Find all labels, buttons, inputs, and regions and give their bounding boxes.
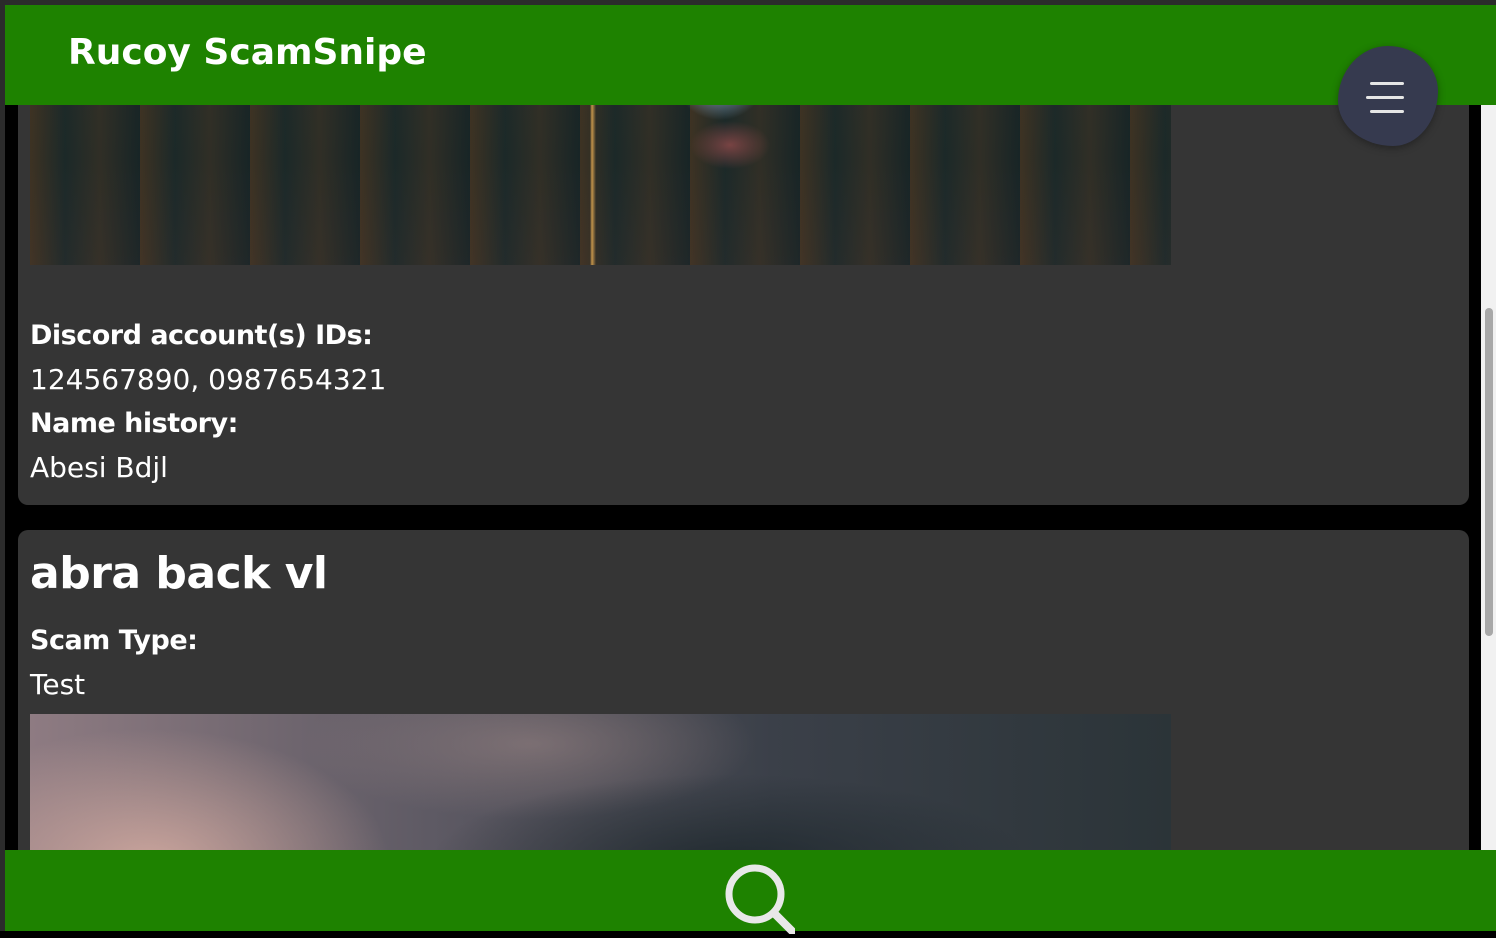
scam-type-label: Scam Type: bbox=[30, 625, 198, 656]
scrollbar-thumb[interactable] bbox=[1485, 308, 1493, 636]
scammer-name: abra back vl bbox=[30, 548, 328, 599]
bottom-bar bbox=[5, 850, 1496, 936]
scam-type-value: Test bbox=[30, 668, 86, 701]
scam-list[interactable]: Discord account(s) IDs: 124567890, 09876… bbox=[5, 5, 1481, 931]
scrollbar[interactable] bbox=[1481, 105, 1496, 850]
name-history-value: Abesi Bdjl bbox=[30, 451, 168, 484]
site-title[interactable]: Rucoy ScamSnipe bbox=[68, 32, 427, 73]
menu-button[interactable] bbox=[1338, 46, 1438, 146]
top-navbar: Rucoy ScamSnipe bbox=[5, 5, 1496, 105]
discord-ids-label: Discord account(s) IDs: bbox=[30, 320, 373, 351]
search-button[interactable] bbox=[723, 862, 797, 936]
search-icon bbox=[725, 864, 797, 936]
app-window: Discord account(s) IDs: 124567890, 09876… bbox=[0, 0, 1496, 936]
name-history-label: Name history: bbox=[30, 408, 238, 439]
discord-ids-value: 124567890, 0987654321 bbox=[30, 363, 387, 396]
